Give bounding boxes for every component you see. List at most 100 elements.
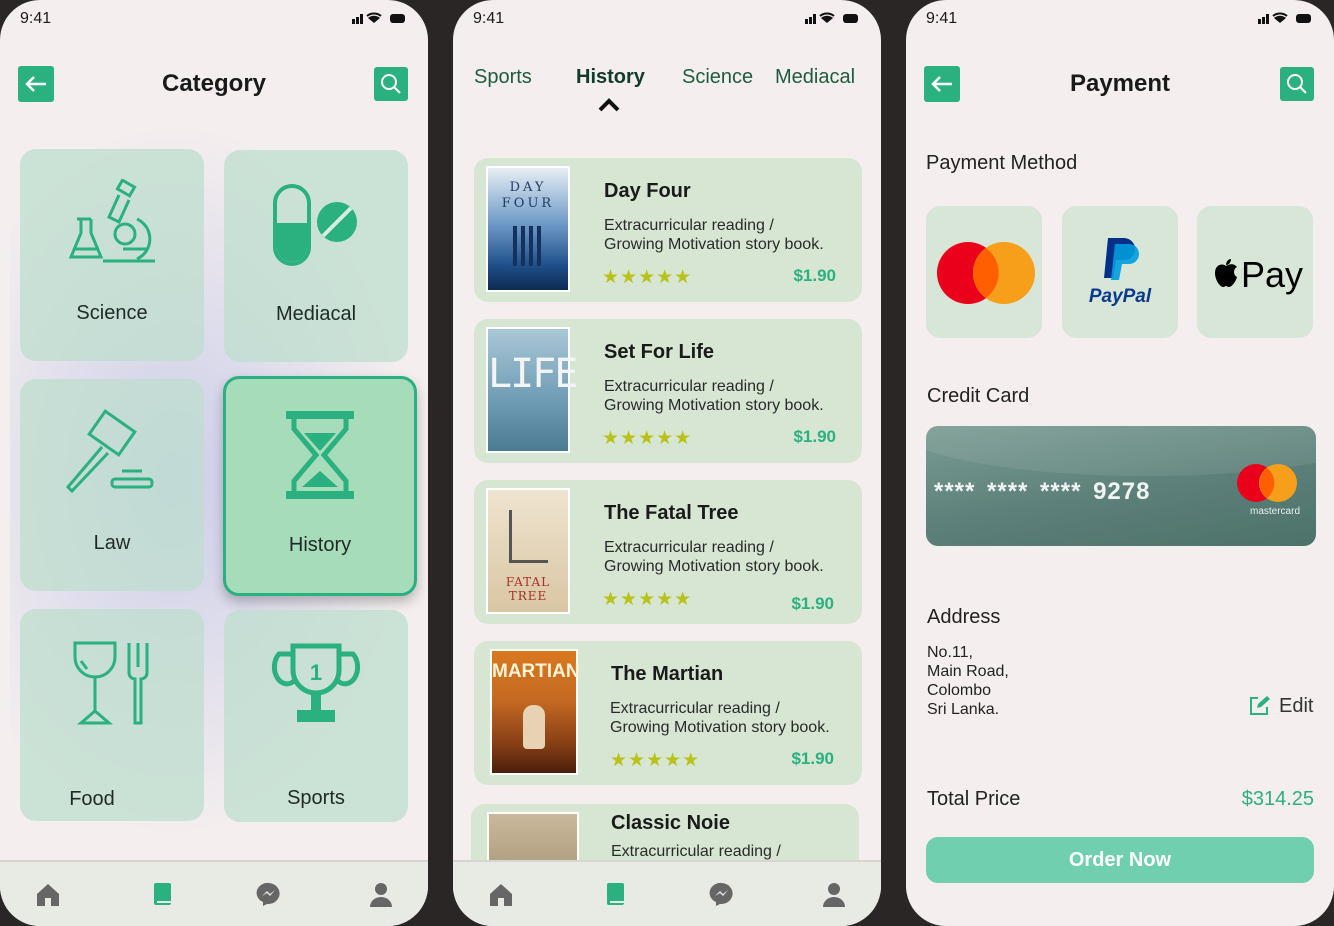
category-tile-medical[interactable]: Mediacal	[224, 150, 408, 362]
book-price: $1.90	[791, 594, 834, 613]
medical-icon	[273, 184, 357, 266]
messenger-icon[interactable]	[708, 880, 736, 908]
category-tile-science[interactable]: Science	[20, 149, 204, 361]
book-cover: MARTIAN	[490, 649, 580, 775]
book-price: $1.90	[791, 749, 834, 768]
book-card[interactable]: FATAL TREE The Fatal Tree Extracurricula…	[474, 480, 862, 624]
book-title: Classic Noie	[611, 812, 730, 834]
address-text: No.11, Main Road, Colombo Sri Lanka.	[927, 644, 1009, 718]
card-number: **** **** **** 9278	[934, 478, 1151, 505]
total-price-label: Total Price	[927, 788, 1021, 810]
edit-label: Edit	[1279, 695, 1314, 717]
page-title: Category	[161, 70, 267, 97]
home-icon[interactable]	[487, 880, 515, 908]
category-label: Law	[93, 532, 131, 554]
rating-stars: ★★★★★	[610, 750, 701, 771]
tab-science[interactable]: Science	[682, 66, 753, 89]
category-label: Science	[76, 302, 148, 324]
book-cover: LIFE	[486, 327, 578, 453]
profile-icon[interactable]	[820, 880, 848, 908]
messenger-icon[interactable]	[255, 880, 283, 908]
book-price: $1.90	[793, 427, 836, 446]
home-icon[interactable]	[34, 880, 62, 908]
payment-screen: 9:41 Payment Payment Method PayPal Pay C…	[906, 0, 1334, 926]
status-bar: 9:41	[0, 0, 428, 40]
paypal-wordmark: PayPal	[1088, 286, 1152, 307]
page-title: Payment	[1069, 70, 1171, 97]
book-title: The Fatal Tree	[604, 502, 739, 524]
cover-text: DAY FOUR	[501, 180, 555, 211]
rating-stars: ★★★★★	[602, 428, 693, 449]
credit-card-label: Credit Card	[927, 385, 1030, 407]
status-time: 9:41	[20, 10, 52, 27]
tab-sports[interactable]: Sports	[474, 66, 532, 89]
apple-icon	[1215, 259, 1237, 287]
status-time: 9:41	[473, 10, 505, 27]
payment-option-apple-pay[interactable]: Pay	[1197, 206, 1313, 338]
status-icons	[352, 11, 406, 25]
status-icons	[1258, 11, 1312, 25]
mastercard-icon	[937, 242, 1035, 304]
book-title: Set For Life	[604, 341, 715, 363]
payment-method-label: Payment Method	[926, 152, 1078, 174]
paypal-icon	[1104, 238, 1139, 280]
category-tile-history[interactable]: History	[223, 376, 417, 596]
cover-text: MARTIAN	[492, 661, 580, 682]
status-bar: 9:41	[906, 0, 1334, 40]
category-label: Food	[69, 788, 115, 810]
credit-card[interactable]: **** **** **** 9278 mastercard	[926, 426, 1316, 546]
science-icon	[68, 179, 155, 263]
book-cover: DAY FOUR	[486, 166, 570, 292]
chevron-up-icon	[598, 98, 620, 112]
book-description: Extracurricular reading /	[611, 843, 781, 860]
category-label: Sports	[287, 787, 345, 809]
book-description: Extracurricular reading / Growing Motivat…	[604, 217, 824, 253]
category-tile-food[interactable]: Food	[20, 609, 204, 821]
food-icon	[73, 641, 149, 725]
address-label: Address	[927, 606, 1001, 628]
book-card[interactable]: MARTIAN The Martian Extracurricular read…	[474, 641, 862, 785]
card-brand: mastercard	[1249, 506, 1300, 517]
status-icons	[805, 11, 859, 25]
edit-icon	[1250, 696, 1270, 715]
apple-pay-wordmark: Pay	[1241, 254, 1304, 295]
total-price-value: $314.25	[1241, 788, 1314, 810]
trophy-icon: 1	[271, 643, 361, 722]
cover-text: FATAL TREE	[505, 575, 551, 603]
book-price: $1.90	[793, 266, 836, 285]
profile-icon[interactable]	[367, 880, 395, 908]
bottom-nav	[0, 860, 428, 926]
svg-text:1: 1	[310, 660, 322, 685]
status-bar: 9:41	[453, 0, 881, 40]
book-description: Extracurricular reading / Growing Motivat…	[610, 700, 830, 736]
category-tile-law[interactable]: Law	[20, 379, 204, 591]
bottom-nav	[453, 860, 881, 926]
tab-history[interactable]: History	[576, 66, 645, 89]
book-icon[interactable]	[601, 880, 629, 908]
book-card[interactable]: LIFE Set For Life Extracurricular readin…	[474, 319, 862, 463]
book-description: Extracurricular reading / Growing Motivat…	[604, 539, 824, 575]
book-card[interactable]: DAY FOUR Day Four Extracurricular readin…	[474, 158, 862, 302]
search-button[interactable]	[1280, 67, 1314, 101]
payment-option-mastercard[interactable]	[926, 206, 1042, 338]
cover-text: LIFE	[488, 351, 578, 397]
mastercard-logo-icon	[1237, 464, 1297, 502]
order-now-button[interactable]: Order Now	[926, 837, 1314, 883]
book-title: Day Four	[604, 180, 691, 202]
rating-stars: ★★★★★	[602, 267, 693, 288]
tab-medical[interactable]: Mediacal	[775, 66, 855, 89]
payment-option-paypal[interactable]: PayPal	[1062, 206, 1178, 338]
category-screen: 9:41 Category Science Mediacal Law Histo…	[0, 0, 428, 926]
book-title: The Martian	[611, 663, 724, 685]
gavel-icon	[65, 409, 154, 494]
book-icon[interactable]	[148, 880, 176, 908]
search-button[interactable]	[374, 67, 408, 101]
rating-stars: ★★★★★	[602, 589, 693, 610]
category-tile-sports[interactable]: 1 Sports	[224, 610, 408, 822]
category-label: Mediacal	[275, 303, 357, 325]
book-description: Extracurricular reading / Growing Motivat…	[604, 378, 824, 414]
search-icon	[381, 74, 401, 94]
search-icon	[1287, 74, 1307, 94]
book-list-screen: 9:41 Sports History Science Mediacal DAY…	[453, 0, 881, 926]
category-label: History	[288, 534, 352, 556]
